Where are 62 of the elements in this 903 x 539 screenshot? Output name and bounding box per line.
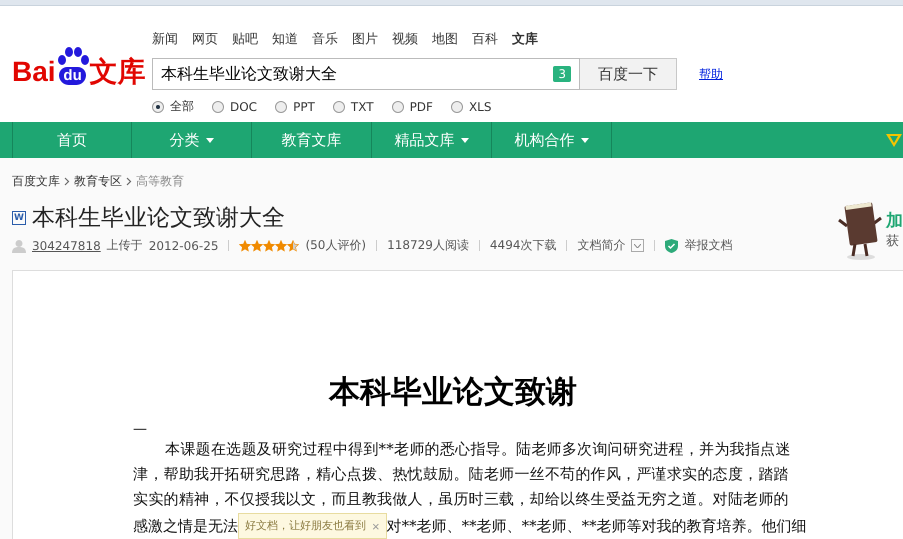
promo-title: 加: [886, 210, 903, 232]
help-link[interactable]: 帮助: [699, 66, 723, 82]
star-icon: [287, 240, 300, 252]
paragraph-line: 津，帮助我开拓研究思路，精心点拨、热忱鼓励。陆老师一丝不苟的作风，严谨求实的态度，踏踏: [133, 464, 790, 485]
radio-button[interactable]: [275, 100, 288, 112]
radio-button[interactable]: [392, 100, 404, 112]
paragraph-line: 本课题在选题及研究过程中得到**老师的悉心指导。陆老师多次询问研究进程，并为我指点迷: [164, 439, 792, 460]
promo-text: 获: [886, 232, 900, 250]
report-link[interactable]: 举报文档: [684, 237, 732, 254]
shield-icon: [665, 238, 678, 252]
star-icon: [275, 240, 288, 252]
dash-text: —: [133, 421, 148, 437]
radio-button[interactable]: [332, 100, 345, 112]
caret-icon: [580, 138, 588, 142]
channel-link[interactable]: 地图: [432, 30, 458, 52]
read-count: 118729人阅读: [387, 237, 469, 254]
caret-icon: [460, 138, 468, 142]
channel-link[interactable]: 网页: [192, 30, 218, 52]
radio-label: TXT: [350, 100, 374, 114]
paragraph-line: 感激之情是无法: [133, 516, 238, 537]
radio-button[interactable]: [152, 100, 164, 112]
baidu-wenku-logo[interactable]: Bai du 文库: [12, 46, 146, 86]
breadcrumb-link[interactable]: 教育专区: [74, 172, 122, 190]
caret-icon: [206, 138, 214, 142]
breadcrumb-link[interactable]: 百度文库: [12, 172, 60, 190]
channel-link[interactable]: 文库: [512, 30, 538, 52]
result-count: 3: [553, 66, 571, 82]
search-button[interactable]: 百度一下: [580, 58, 677, 90]
rating-count: (50人评价): [305, 237, 366, 254]
channel-link[interactable]: 百科: [472, 30, 498, 52]
dropdown-icon[interactable]: [631, 239, 644, 252]
radio-label: XLS: [468, 100, 492, 114]
document-title: 本科生毕业论文致谢大全: [32, 204, 285, 233]
radio-label: DOC: [230, 100, 258, 114]
tooltip-text: 好文档，让好朋友也看到: [245, 518, 366, 534]
chevron-icon: [64, 176, 70, 186]
radio-label: 全部: [170, 98, 194, 115]
channel-link[interactable]: 贴吧: [232, 30, 258, 52]
paragraph-line: 对**老师、**老师、**老师、**老师等对我的教育培养。他们细: [386, 516, 807, 537]
upload-date: 2012-06-25: [148, 238, 218, 252]
channel-link[interactable]: 音乐: [312, 30, 338, 52]
star-icon: [263, 240, 276, 252]
star-icon: [239, 240, 252, 252]
user-icon: [12, 238, 26, 252]
download-count: 4494次下载: [490, 237, 556, 254]
radio-button[interactable]: [212, 100, 224, 112]
channel-link[interactable]: 视频: [392, 30, 418, 52]
paragraph-line: 实实的精神，不仅授我以文，而且教我做人，虽历时三载，却给以终生受益无穷之道。对陆老师的: [133, 489, 790, 510]
radio-button[interactable]: [450, 100, 463, 112]
summary-link[interactable]: 文档简介: [577, 237, 626, 254]
word-file-icon: W: [12, 210, 26, 224]
search-field[interactable]: 本科生毕业论文致谢大全 3: [152, 58, 580, 90]
chevron-icon: [126, 176, 132, 186]
channel-link[interactable]: 新闻: [152, 30, 178, 52]
channel-link[interactable]: 知道: [272, 30, 298, 52]
upload-label: 上传于: [106, 237, 143, 254]
radio-label: PPT: [293, 100, 315, 114]
uploader-link[interactable]: 304247818: [32, 238, 101, 252]
channel-link[interactable]: 图片: [352, 30, 378, 52]
radio-label: PDF: [410, 100, 433, 114]
star-icon: [251, 240, 264, 252]
page-heading: 本科毕业论文致谢: [328, 373, 578, 412]
